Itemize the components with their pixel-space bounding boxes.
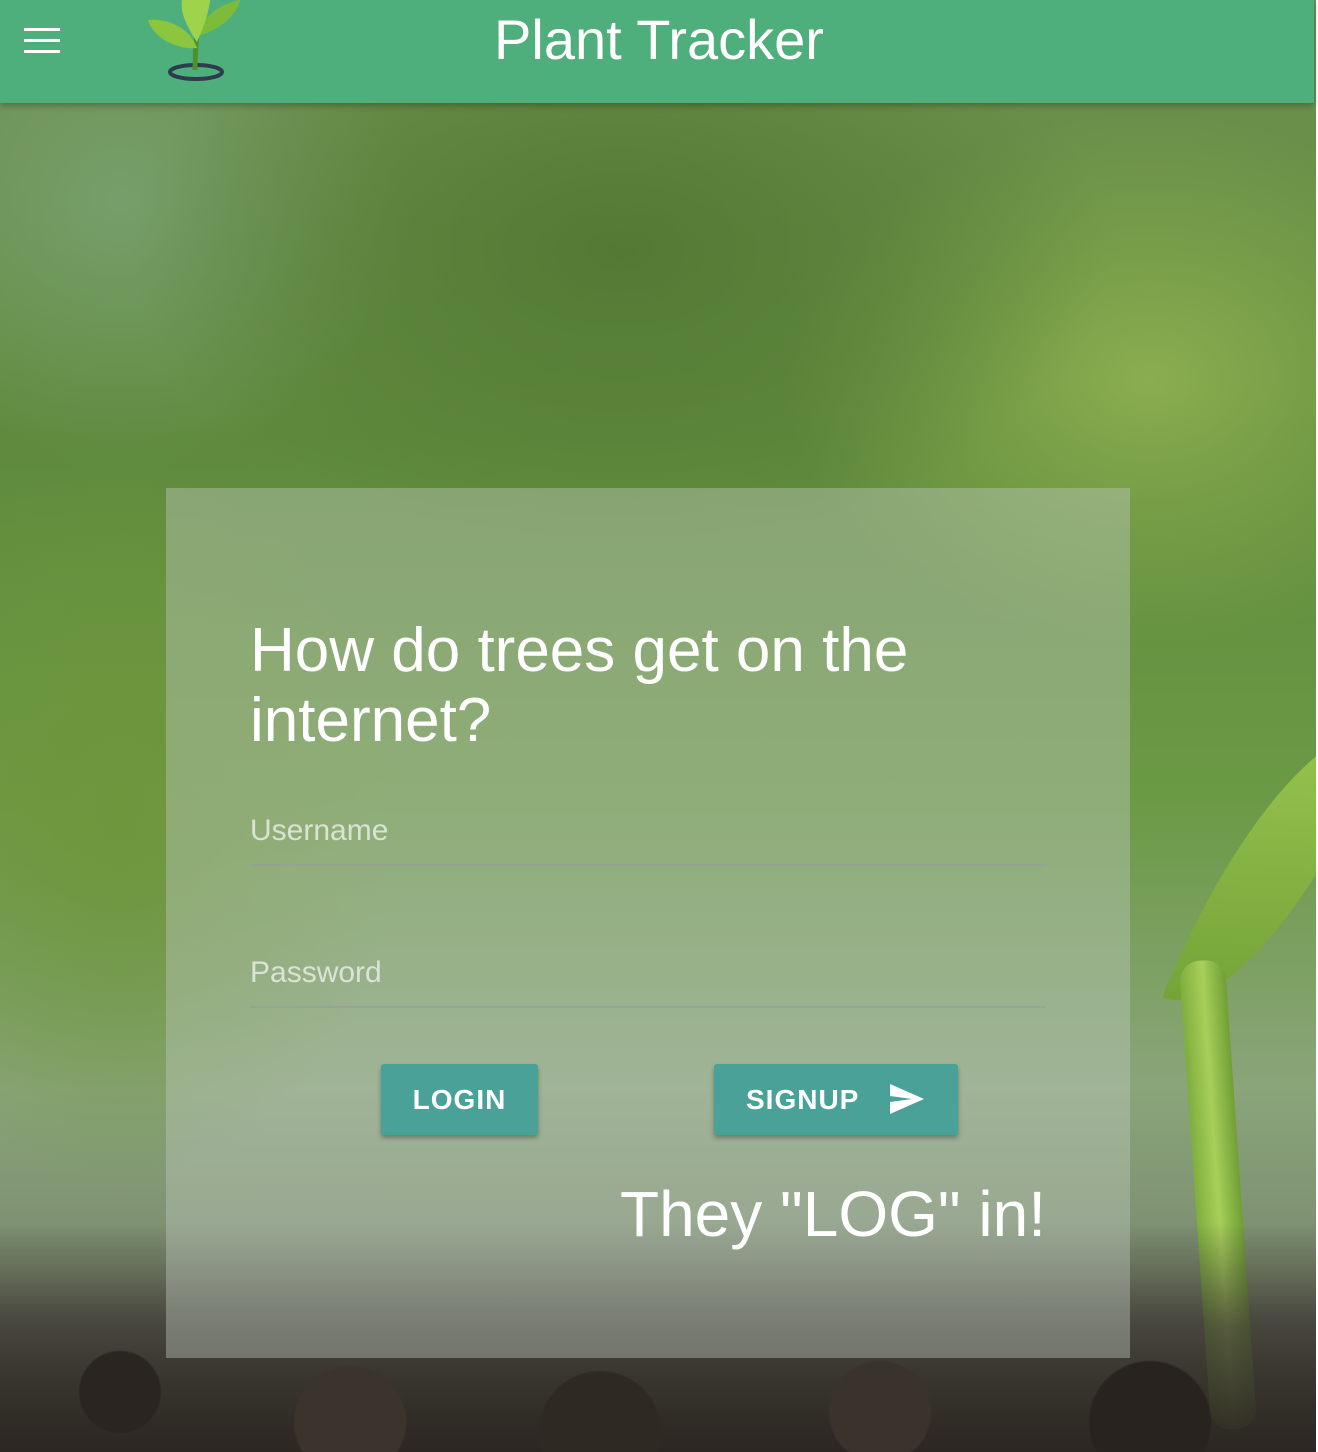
hamburger-menu-icon[interactable]	[22, 26, 62, 56]
send-icon	[890, 1084, 924, 1114]
page: Plant Tracker How do trees get on the in…	[0, 0, 1318, 1452]
joke-question: How do trees get on the internet?	[250, 616, 909, 755]
sprout-pot-logo-icon	[148, 0, 240, 81]
signup-label: SIGNUP	[746, 1084, 860, 1115]
username-field	[250, 804, 1046, 866]
password-input[interactable]	[250, 956, 1046, 990]
app-bar: Plant Tracker	[0, 0, 1314, 103]
login-button[interactable]: LOGIN	[381, 1064, 538, 1135]
joke-punchline: They "LOG" in!	[619, 1178, 1046, 1250]
login-card: How do trees get on the internet? LOGIN …	[166, 488, 1130, 1358]
password-field	[250, 946, 1046, 1008]
username-input[interactable]	[250, 814, 1046, 848]
signup-button[interactable]: SIGNUP	[714, 1064, 958, 1135]
